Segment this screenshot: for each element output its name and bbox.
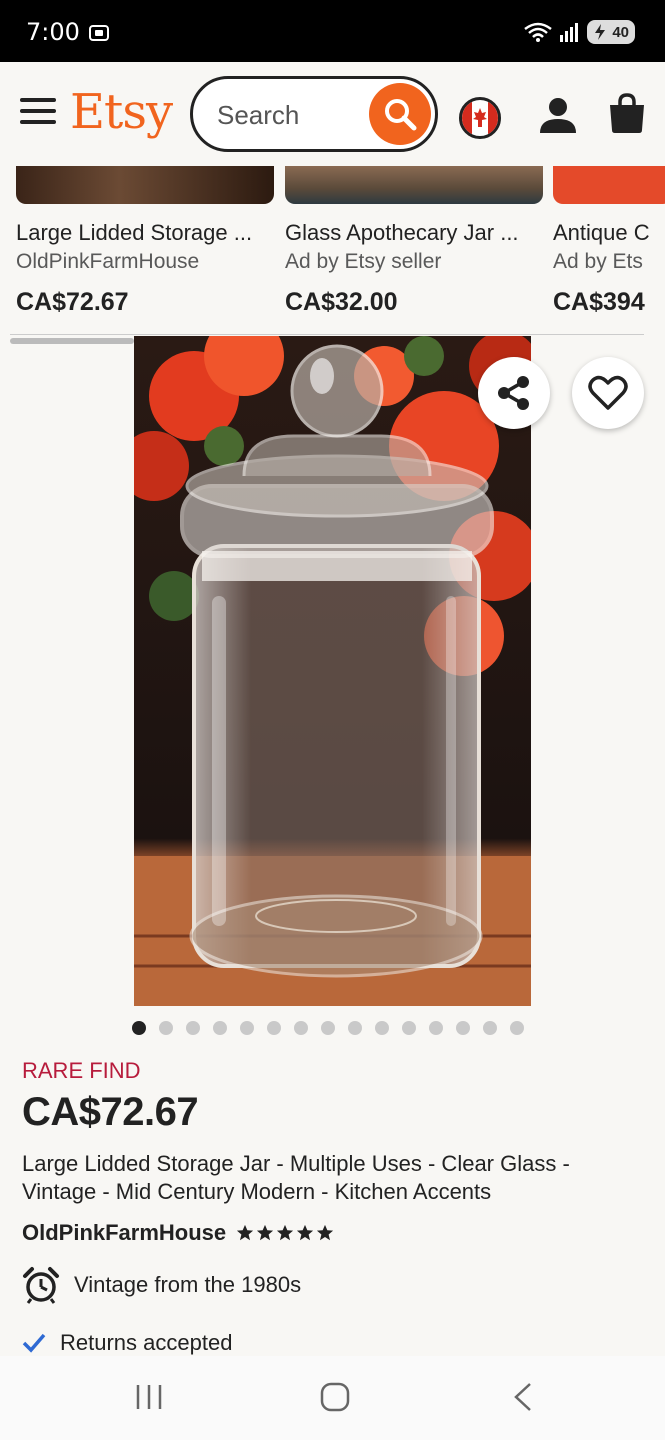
canada-flag-icon[interactable] <box>459 97 501 139</box>
screenshot-icon <box>89 25 109 41</box>
carousel-scroll-indicator <box>10 338 134 344</box>
returns-info: Returns accepted <box>22 1330 232 1356</box>
app-header: Etsy Search <box>0 62 665 166</box>
listing-seller: OldPinkFarmHouse <box>16 250 200 273</box>
listing-seller: Ad by Ets <box>553 250 643 273</box>
product-image[interactable] <box>134 336 531 1006</box>
recent-apps-button[interactable] <box>134 1382 164 1412</box>
listing-title[interactable]: Large Lidded Storage ... <box>16 220 274 246</box>
pagination-dot[interactable] <box>186 1021 200 1035</box>
battery-level: 40 <box>612 23 629 41</box>
battery-indicator: 40 <box>587 20 635 44</box>
star-icon <box>257 1224 274 1241</box>
listing-price: CA$394 <box>553 288 645 316</box>
pagination-dot[interactable] <box>321 1021 335 1035</box>
share-icon <box>498 376 529 410</box>
star-icon <box>317 1224 334 1241</box>
pagination-dot[interactable] <box>429 1021 443 1035</box>
search-input[interactable]: Search <box>217 100 299 131</box>
pagination-dot[interactable] <box>510 1021 524 1035</box>
vintage-text: Vintage from the 1980s <box>74 1272 302 1297</box>
similar-listings-carousel[interactable]: Large Lidded Storage ... OldPinkFarmHous… <box>0 166 665 336</box>
listing-price: CA$32.00 <box>285 288 398 316</box>
star-icon <box>237 1224 254 1241</box>
listing-seller: Ad by Etsy seller <box>285 250 442 273</box>
shop-name[interactable]: OldPinkFarmHouse <box>22 1220 226 1246</box>
pagination-dot[interactable] <box>348 1021 362 1035</box>
pagination-dot[interactable] <box>483 1021 497 1035</box>
pagination-dot[interactable] <box>375 1021 389 1035</box>
image-pagination-dots[interactable] <box>132 1021 524 1035</box>
search-icon <box>385 99 417 131</box>
signal-icon <box>560 23 578 42</box>
listing-card[interactable]: Antique C Ad by Ets CA$394 <box>553 166 665 317</box>
share-button[interactable] <box>478 357 550 429</box>
checkmark-icon <box>22 1333 46 1353</box>
glass-jar-photo <box>134 336 531 1006</box>
product-price: CA$72.67 <box>22 1090 199 1134</box>
star-icon <box>277 1224 294 1241</box>
search-button[interactable] <box>369 83 431 145</box>
listing-title[interactable]: Antique C <box>553 220 665 246</box>
account-icon[interactable] <box>538 95 578 135</box>
status-icons: 40 <box>523 20 635 44</box>
pagination-dot[interactable] <box>402 1021 416 1035</box>
listing-image[interactable] <box>285 166 543 204</box>
favorite-button[interactable] <box>572 357 644 429</box>
vintage-info: Vintage from the 1980s <box>22 1266 301 1304</box>
heart-icon <box>588 375 628 410</box>
returns-text: Returns accepted <box>60 1330 233 1355</box>
status-bar: 7:00 40 <box>0 0 665 62</box>
home-button[interactable] <box>320 1382 350 1412</box>
menu-icon[interactable] <box>20 98 56 128</box>
listing-image[interactable] <box>16 166 274 204</box>
listing-title[interactable]: Glass Apothecary Jar ... <box>285 220 543 246</box>
pagination-dot[interactable] <box>132 1021 146 1035</box>
pagination-dot[interactable] <box>213 1021 227 1035</box>
pagination-dot[interactable] <box>267 1021 281 1035</box>
shop-row[interactable]: OldPinkFarmHouse <box>22 1220 334 1246</box>
wifi-icon <box>524 22 552 42</box>
cart-icon[interactable] <box>608 92 646 134</box>
pagination-dot[interactable] <box>240 1021 254 1035</box>
listing-card[interactable]: Glass Apothecary Jar ... Ad by Etsy sell… <box>285 166 543 317</box>
pagination-dot[interactable] <box>294 1021 308 1035</box>
alarm-clock-icon <box>23 1267 59 1304</box>
listing-card[interactable]: Large Lidded Storage ... OldPinkFarmHous… <box>16 166 274 317</box>
charging-bolt-icon <box>595 24 605 40</box>
search-bar[interactable]: Search <box>190 76 438 152</box>
pagination-dot[interactable] <box>159 1021 173 1035</box>
system-nav-bar <box>0 1356 665 1440</box>
rare-find-badge: RARE FIND <box>22 1058 141 1083</box>
etsy-logo[interactable]: Etsy <box>70 84 173 140</box>
product-title: Large Lidded Storage Jar - Multiple Uses… <box>22 1151 570 1204</box>
star-icon <box>297 1224 314 1241</box>
back-button[interactable] <box>508 1382 538 1412</box>
listing-image[interactable] <box>553 166 665 204</box>
pagination-dot[interactable] <box>456 1021 470 1035</box>
status-time: 7:00 <box>26 18 80 46</box>
listing-price: CA$72.67 <box>16 288 129 316</box>
shop-rating <box>236 1224 334 1242</box>
divider <box>10 334 644 335</box>
